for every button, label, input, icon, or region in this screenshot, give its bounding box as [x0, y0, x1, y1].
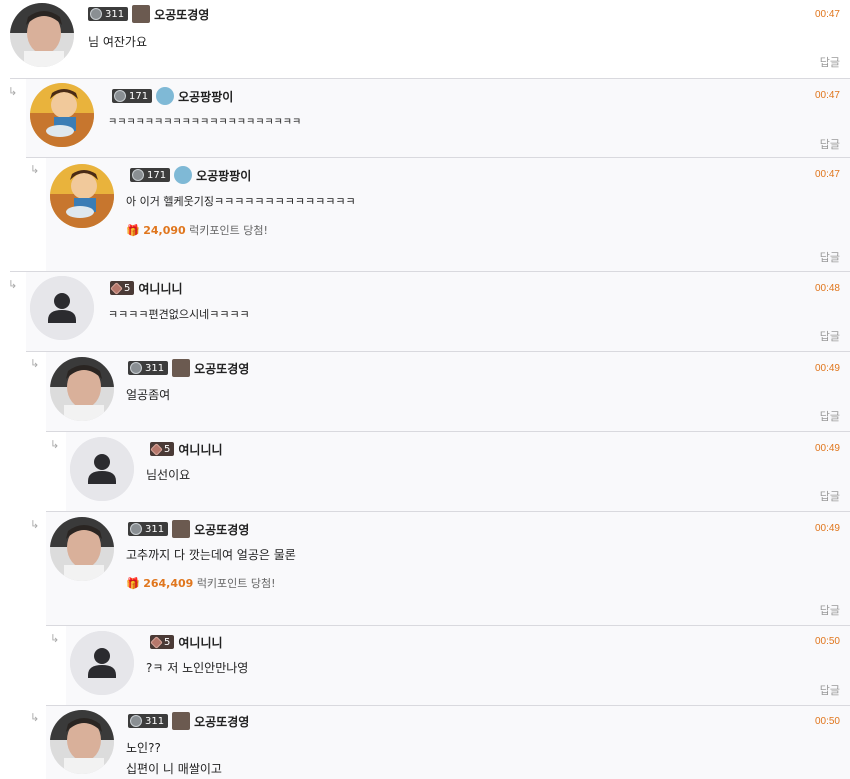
user-icon — [172, 520, 191, 538]
user-icon — [132, 5, 151, 23]
avatar-photo-man[interactable] — [50, 357, 114, 421]
reply-arrow-icon: ↳ — [30, 357, 40, 370]
comment-text: 노인?? — [126, 741, 161, 755]
timestamp: 00:50 — [814, 636, 840, 647]
level-badge-icon: 311 — [88, 7, 129, 21]
reply-button[interactable]: 답글 — [820, 136, 840, 152]
level-badge-icon: 171 — [130, 168, 171, 182]
timestamp: 00:47 — [814, 169, 840, 180]
comment-text: ㅋㅋㅋㅋ편견없으시네ㅋㅋㅋㅋ — [108, 308, 250, 321]
comment-thread: 311 오공또경영 00:47 님 여잔가요 답글 ↳ 171 오공팡팡이 00… — [0, 0, 850, 779]
timestamp: 00:48 — [814, 283, 840, 294]
mascot-icon — [174, 166, 193, 184]
reply-button[interactable]: 답글 — [820, 328, 840, 344]
timestamp: 00:47 — [814, 9, 840, 20]
comment-item: 171 오공팡팡이 00:47 ㅋㅋㅋㅋㅋㅋㅋㅋㅋㅋㅋㅋㅋㅋㅋㅋㅋㅋㅋㅋㅋ 답글 — [26, 79, 850, 157]
avatar-cartoon-boy[interactable] — [50, 164, 114, 228]
comment-item: 311 오공또경영 00:47 님 여잔가요 답글 — [0, 0, 850, 78]
prize-points: 264,409 — [143, 577, 194, 590]
comment-text: 님선이요 — [146, 468, 191, 482]
nickname[interactable]: 오공팡팡이 — [178, 88, 233, 105]
avatar-default-user[interactable] — [30, 276, 94, 340]
avatar-photo-man[interactable] — [10, 3, 74, 67]
mascot-icon — [156, 87, 175, 105]
lucky-point-notice: 🎁 264,409 럭키포인트 당첨! — [126, 575, 276, 591]
nickname[interactable]: 오공또경영 — [194, 713, 249, 730]
reply-button[interactable]: 답글 — [820, 54, 840, 70]
reply-button[interactable]: 답글 — [820, 249, 840, 265]
comment-text: 님 여잔가요 — [88, 35, 148, 49]
level-badge-icon: 5 — [110, 281, 135, 295]
reply-arrow-icon: ↳ — [50, 438, 60, 451]
comment-text: 얼공좀여 — [126, 388, 171, 402]
timestamp: 00:47 — [814, 90, 840, 101]
avatar-default-user[interactable] — [70, 437, 134, 501]
comment-item: 171 오공팡팡이 00:47 아 이거 헬케웃기징ㅋㅋㅋㅋㅋㅋㅋㅋㅋㅋㅋㅋㅋㅋ… — [46, 158, 850, 271]
comment-item: 311 오공또경영 00:49 고추까지 다 깟는데여 얼공은 물론 🎁 264… — [46, 512, 850, 625]
avatar-cartoon-boy[interactable] — [30, 83, 94, 147]
level-badge-icon: 171 — [112, 89, 153, 103]
reply-arrow-icon: ↳ — [30, 518, 40, 531]
prize-points: 24,090 — [143, 224, 186, 237]
nickname[interactable]: 여니니니 — [178, 634, 222, 651]
level-badge-icon: 311 — [128, 361, 169, 375]
reply-arrow-icon: ↳ — [30, 711, 40, 724]
reply-button[interactable]: 답글 — [820, 682, 840, 698]
reply-arrow-icon: ↳ — [8, 278, 18, 291]
lucky-point-notice: 🎁 24,090 럭키포인트 당첨! — [126, 222, 268, 238]
reply-button[interactable]: 답글 — [820, 602, 840, 618]
level-badge-icon: 5 — [150, 442, 175, 456]
comment-text: ㅋㅋㅋㅋㅋㅋㅋㅋㅋㅋㅋㅋㅋㅋㅋㅋㅋㅋㅋㅋㅋ — [108, 117, 302, 128]
reply-arrow-icon: ↳ — [30, 163, 40, 176]
nickname[interactable]: 오공또경영 — [154, 6, 209, 23]
nickname[interactable]: 오공팡팡이 — [196, 167, 251, 184]
comment-text: 고추까지 다 깟는데여 얼공은 물론 — [126, 548, 296, 562]
comment-text: ?ㅋ 저 노인안만나영 — [146, 661, 249, 675]
user-icon — [172, 359, 191, 377]
gift-icon: 🎁 — [126, 224, 140, 237]
timestamp: 00:49 — [814, 363, 840, 374]
avatar-photo-man[interactable] — [50, 517, 114, 581]
prize-text: 럭키포인트 당첨! — [196, 577, 276, 590]
reply-button[interactable]: 답글 — [820, 488, 840, 504]
timestamp: 00:49 — [814, 523, 840, 534]
comment-text: 아 이거 헬케웃기징ㅋㅋㅋㅋㅋㅋㅋㅋㅋㅋㅋㅋㅋㅋ — [126, 195, 356, 208]
nickname[interactable]: 여니니니 — [178, 441, 222, 458]
comment-item: 5 여니니니 00:48 ㅋㅋㅋㅋ편견없으시네ㅋㅋㅋㅋ 답글 — [26, 272, 850, 351]
avatar-photo-man[interactable] — [50, 710, 114, 774]
gift-icon: 🎁 — [126, 577, 140, 590]
level-badge-icon: 311 — [128, 714, 169, 728]
comment-item: 5 여니니니 00:50 ?ㅋ 저 노인안만나영 답글 — [66, 626, 850, 705]
reply-button[interactable]: 답글 — [820, 408, 840, 424]
nickname[interactable]: 오공또경영 — [194, 360, 249, 377]
timestamp: 00:50 — [814, 716, 840, 727]
reply-arrow-icon: ↳ — [8, 85, 18, 98]
prize-text: 럭키포인트 당첨! — [189, 224, 268, 237]
timestamp: 00:49 — [814, 443, 840, 454]
comment-item: 311 오공또경영 00:49 얼공좀여 답글 — [46, 352, 850, 431]
reply-arrow-icon: ↳ — [50, 632, 60, 645]
nickname[interactable]: 여니니니 — [138, 280, 182, 297]
comment-item: 5 여니니니 00:49 님선이요 답글 — [66, 432, 850, 511]
avatar-default-user[interactable] — [70, 631, 134, 695]
user-icon — [172, 712, 191, 730]
level-badge-icon: 5 — [150, 635, 175, 649]
comment-item: 311 오공또경영 00:50 노인?? 십편이 니 매쌀이고 — [46, 706, 850, 779]
level-badge-icon: 311 — [128, 522, 169, 536]
nickname[interactable]: 오공또경영 — [194, 521, 249, 538]
comment-text-line2: 십편이 니 매쌀이고 — [126, 762, 222, 776]
